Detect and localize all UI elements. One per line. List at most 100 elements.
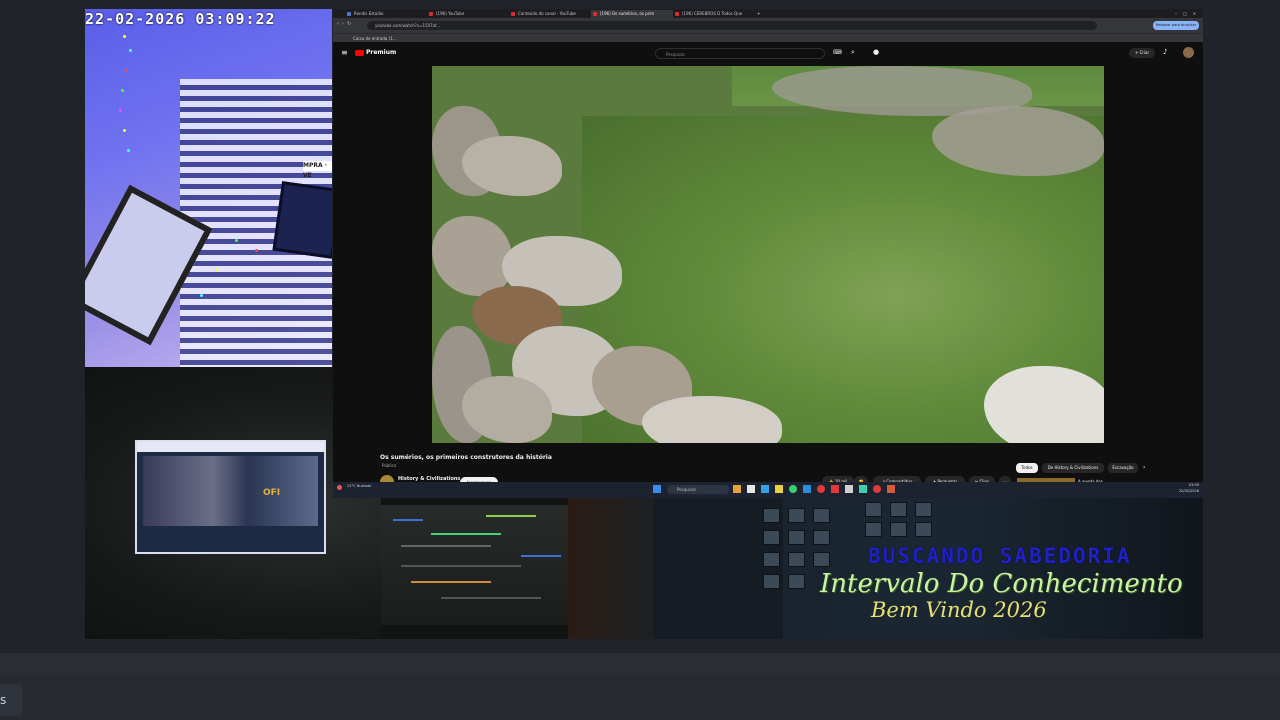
window-pane [813, 552, 830, 567]
overlay-title-line2: Intervalo Do Conhecimento [820, 569, 1183, 599]
chevron-right-icon[interactable]: › [1143, 464, 1145, 471]
store-sign: MPRA · VE [303, 161, 332, 179]
laptop-screen [381, 495, 568, 639]
taskbar-app-icon[interactable] [733, 485, 741, 493]
monitor-overlay-text: OFI [263, 488, 281, 498]
video-title: Os sumérios, os primeiros construtores d… [380, 454, 552, 461]
taskbar-app-icon[interactable] [873, 485, 881, 493]
code-line [486, 515, 536, 517]
browser-tab-active[interactable]: (196) Os sumérios, os prim [591, 10, 673, 18]
window-pane [763, 574, 780, 589]
avatar[interactable] [1183, 47, 1194, 58]
christmas-light [215, 269, 218, 272]
window-pane [763, 508, 780, 523]
video-visibility: Público [382, 463, 397, 468]
camera-feed: MPRA · VE 22-02-2026 03:09:22 [85, 9, 332, 367]
tab-label: Rendis Estúdio [354, 11, 384, 16]
room-monitor: OFI [135, 440, 326, 554]
search-icon[interactable]: ⌕ [851, 48, 855, 57]
window-pane [763, 530, 780, 545]
window-controls[interactable]: –□× [1173, 10, 1203, 18]
window-pane [763, 552, 780, 567]
window-pane [865, 522, 882, 537]
browser-tab[interactable]: Rendis Estúdio [345, 10, 427, 18]
menu-icon[interactable]: ≡ [341, 48, 348, 57]
taskbar-app-icon[interactable] [859, 485, 867, 493]
christmas-light [123, 129, 126, 132]
video-player[interactable] [432, 66, 1104, 443]
url-field[interactable]: youtube.com/watch?v=1507af... [367, 21, 1097, 30]
christmas-light [255, 249, 258, 252]
christmas-light [125, 69, 128, 72]
browser-tab[interactable]: Conteúdo do canal - YouTube [509, 10, 591, 18]
nav-arrows-icon[interactable]: ‹›↻ [337, 21, 354, 27]
christmas-light [129, 49, 132, 52]
notification-bell-icon[interactable]: ♪ [1163, 48, 1167, 56]
taskbar-app-icon[interactable] [803, 485, 811, 493]
laptop-display [381, 505, 568, 625]
youtube-icon [429, 12, 433, 16]
monitor-browser-bar [137, 442, 324, 452]
taskbar-clock[interactable]: 03:09 [1169, 483, 1199, 487]
window-pane [865, 502, 882, 517]
chip-related[interactable]: Escavação [1108, 463, 1138, 473]
host-side-button[interactable]: s [0, 684, 22, 716]
taskbar-date[interactable]: 22/02/2026 [1169, 489, 1199, 493]
window-pane [890, 522, 907, 537]
christmas-light [121, 89, 124, 92]
taskbar-app-icon[interactable] [789, 485, 797, 493]
code-line [401, 565, 521, 567]
host-divider [0, 653, 1280, 675]
window-pane [788, 508, 805, 523]
weather-text: 24°C Nublado [347, 484, 372, 488]
update-button[interactable]: Retomar para atualizar [1153, 21, 1199, 30]
taskbar-app-icon[interactable] [817, 485, 825, 493]
tab-label: (196) Os sumérios, os prim [600, 11, 655, 16]
rock [984, 366, 1104, 443]
code-line [441, 597, 541, 599]
christmas-light [200, 294, 203, 297]
taskbar-app-icon[interactable] [761, 485, 769, 493]
windows-start-icon[interactable] [653, 485, 661, 493]
code-line [401, 545, 491, 547]
taskbar-app-icon[interactable] [887, 485, 895, 493]
browser-tab[interactable]: (196) CEREBROS D Todos Que [673, 10, 755, 18]
window-pane [788, 574, 805, 589]
youtube-icon [593, 12, 597, 16]
window-pane [788, 552, 805, 567]
create-button[interactable]: + Criar [1129, 48, 1155, 58]
overlay-title-line1: BUSCANDO SABEDORIA [868, 544, 1132, 568]
chip-from-channel[interactable]: De History & Civilizations [1042, 463, 1104, 473]
speaker-box [272, 181, 332, 259]
youtube-logo[interactable]: Premium [355, 49, 396, 56]
christmas-light [235, 239, 238, 242]
camera-timestamp: 22-02-2026 03:09:22 [85, 10, 276, 28]
rock [432, 216, 512, 296]
taskbar-app-icon[interactable] [747, 485, 755, 493]
monitor-content [143, 456, 318, 526]
keyboard-icon[interactable]: ⌨ [833, 49, 842, 56]
code-line [521, 555, 561, 557]
taskbar-app-icon[interactable] [845, 485, 853, 493]
search-input[interactable]: Pesquisar [655, 48, 825, 59]
window-pane [915, 502, 932, 517]
code-line [411, 581, 491, 583]
christmas-light [127, 149, 130, 152]
window-pane [813, 530, 830, 545]
browser-tab[interactable]: (196) YouTube [427, 10, 509, 18]
youtube-play-icon [355, 49, 364, 56]
stream-overlay-panel: BUSCANDO SABEDORIA Intervalo Do Conhecim… [568, 498, 1203, 639]
taskbar-app-icon[interactable] [831, 485, 839, 493]
bookmark-item[interactable]: Caixa de entrada (1... [353, 36, 397, 41]
taskbar-app-icon[interactable] [775, 485, 783, 493]
code-line [393, 519, 423, 521]
chip-all[interactable]: Todos [1016, 463, 1038, 473]
mic-icon[interactable]: ● [873, 48, 879, 56]
new-tab-button[interactable]: + [755, 10, 765, 18]
taskbar-search[interactable]: Pesquisar [667, 485, 729, 494]
logo-text: Premium [366, 49, 397, 56]
host-bottom-bar [0, 675, 1280, 720]
window-pane [890, 502, 907, 517]
window-pane [915, 522, 932, 537]
window-pane [788, 530, 805, 545]
